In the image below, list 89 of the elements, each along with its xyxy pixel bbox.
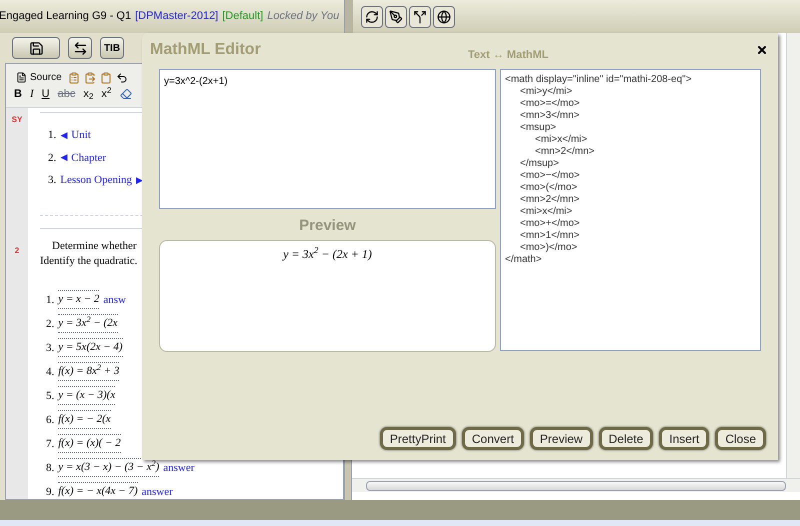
- project-label: [DPMaster-2012]: [135, 9, 218, 24]
- nav-link[interactable]: Lesson Opening: [60, 172, 132, 188]
- code-line: <mn>1</mn>: [520, 230, 580, 242]
- nav-link[interactable]: Unit: [71, 127, 91, 144]
- save-button[interactable]: [12, 37, 60, 59]
- forward-arrow[interactable]: ▶: [136, 174, 144, 187]
- instruction-text: Identify the quadratic.: [40, 254, 138, 268]
- list-number: 5.: [46, 389, 54, 404]
- code-line: <mi>y</mi>: [520, 86, 574, 98]
- code-line: <mo>−</mo>: [520, 170, 581, 182]
- list-number: 8.: [46, 461, 54, 476]
- code-line: <mo>)</mo>: [520, 242, 578, 254]
- answer-link[interactable]: answer: [142, 484, 173, 499]
- dialog-button[interactable]: Close: [715, 427, 766, 450]
- vertical-scrollbar[interactable]: [786, 33, 800, 478]
- answer-link[interactable]: answer: [163, 460, 194, 476]
- list-number: 2.: [48, 150, 56, 166]
- equation: f(x) = − 2(x: [58, 410, 111, 428]
- code-line: </msup>: [520, 158, 560, 170]
- copy-icon[interactable]: [68, 72, 80, 84]
- formula-preview: y = 3x$^{2}$ − (2x + 1): [283, 244, 372, 262]
- dialog-button[interactable]: Delete: [598, 427, 654, 450]
- equation: f(x) = (x)( − 2: [58, 434, 121, 452]
- format-button[interactable]: I: [30, 87, 34, 101]
- equation: y = 5x(2x − 4): [58, 338, 123, 356]
- code-line: <mi>x</mi>: [520, 206, 574, 218]
- code-line: <mn>2</mn>: [520, 194, 580, 206]
- equation: y = (x − 3)(x: [58, 386, 116, 404]
- dialog-subtitle: Text ↔ MathML: [468, 48, 550, 63]
- horizontal-scrollbar[interactable]: [352, 478, 800, 492]
- code-line: </math>: [505, 254, 543, 266]
- source-button[interactable]: Source: [14, 70, 64, 85]
- equation: y = x − 2: [58, 290, 100, 308]
- section-marker: SY: [12, 114, 22, 126]
- code-line: <mo>(</mo>: [520, 182, 578, 194]
- scroll-thumb[interactable]: [366, 480, 786, 490]
- list-number: 7.: [46, 437, 54, 452]
- swap-button[interactable]: [68, 37, 92, 59]
- clipboard-icon[interactable]: [100, 72, 112, 84]
- list-number: 2.: [46, 317, 54, 332]
- fork-icon[interactable]: [409, 6, 431, 28]
- refresh-icon[interactable]: [361, 6, 383, 28]
- code-line: <mo>+</mo>: [520, 218, 581, 230]
- list-number: 1.: [46, 293, 54, 308]
- preview-label: Preview: [298, 216, 357, 236]
- code-line: <mn>2</mn>: [535, 146, 596, 158]
- list-number: 4.: [46, 365, 54, 380]
- code-line: <math display="inline" id="mathi-208-eq">: [505, 74, 693, 86]
- instruction-text: Determine whether: [52, 238, 137, 254]
- format-button[interactable]: B: [14, 87, 22, 101]
- globe-icon[interactable]: [433, 6, 455, 28]
- dialog-button[interactable]: Insert: [659, 427, 710, 450]
- equation: y = 3x$^{2}$ − (2x: [58, 314, 118, 332]
- code-line: <mo>=</mo>: [520, 98, 581, 110]
- back-arrow[interactable]: ◀: [60, 151, 68, 164]
- code-line: <mn>3</mn>: [520, 110, 580, 122]
- format-button[interactable]: x$_{2}$: [83, 87, 94, 101]
- code-line: <msup>: [520, 122, 558, 134]
- format-button[interactable]: U: [42, 87, 50, 101]
- arrows-icon: [72, 40, 88, 56]
- pen-icon[interactable]: [385, 6, 407, 28]
- dialog-button[interactable]: PrettyPrint: [380, 427, 456, 450]
- back-arrow[interactable]: ◀: [60, 128, 68, 142]
- dialog-title: MathML Editor: [150, 40, 262, 60]
- list-number: 9.: [46, 485, 54, 499]
- lock-status: Locked by You: [267, 9, 340, 24]
- tib-button[interactable]: TIB: [100, 37, 124, 59]
- format-button[interactable]: abc: [58, 87, 76, 101]
- list-number: 1.: [48, 128, 56, 143]
- close-icon[interactable]: [756, 44, 768, 56]
- dialog-button[interactable]: Convert: [462, 427, 524, 450]
- answer-link[interactable]: answ: [103, 292, 126, 308]
- document-icon: [16, 72, 27, 83]
- list-number: 3.: [48, 173, 56, 188]
- list-number: 3.: [46, 341, 54, 356]
- nav-link[interactable]: Chapter: [71, 150, 106, 166]
- input-field[interactable]: y=3x^2-(2x+1): [159, 69, 496, 209]
- mathml-field[interactable]: <math display="inline" id="mathi-208-eq"> <mi>y</mi> <mo>=</mo> <mn>3</mn> <msup> <mi>x</mi> <mn>2</mn> </msup> <mo>−</mo> <mo>(</mo> <mn>2</mn> <mi>x</mi> <mo>+</mo> <mn>1</mn> <mo>)</mo> </math>: [500, 69, 761, 351]
- code-line: <mi>x</mi>: [535, 134, 588, 146]
- paste-icon[interactable]: [84, 72, 96, 84]
- section-marker: 2: [14, 245, 20, 257]
- eraser-icon[interactable]: [120, 88, 132, 100]
- format-button[interactable]: x$^{2}$: [101, 87, 112, 101]
- list-number: 6.: [46, 413, 54, 428]
- undo-icon[interactable]: [116, 72, 128, 84]
- course-title: Engaged Learning G9 - Q1: [0, 9, 132, 24]
- mode-label: [Default]: [222, 9, 264, 24]
- equation: f(x) = 8x$^{2}$ + 3: [58, 362, 120, 380]
- dialog-button[interactable]: Preview: [530, 427, 593, 450]
